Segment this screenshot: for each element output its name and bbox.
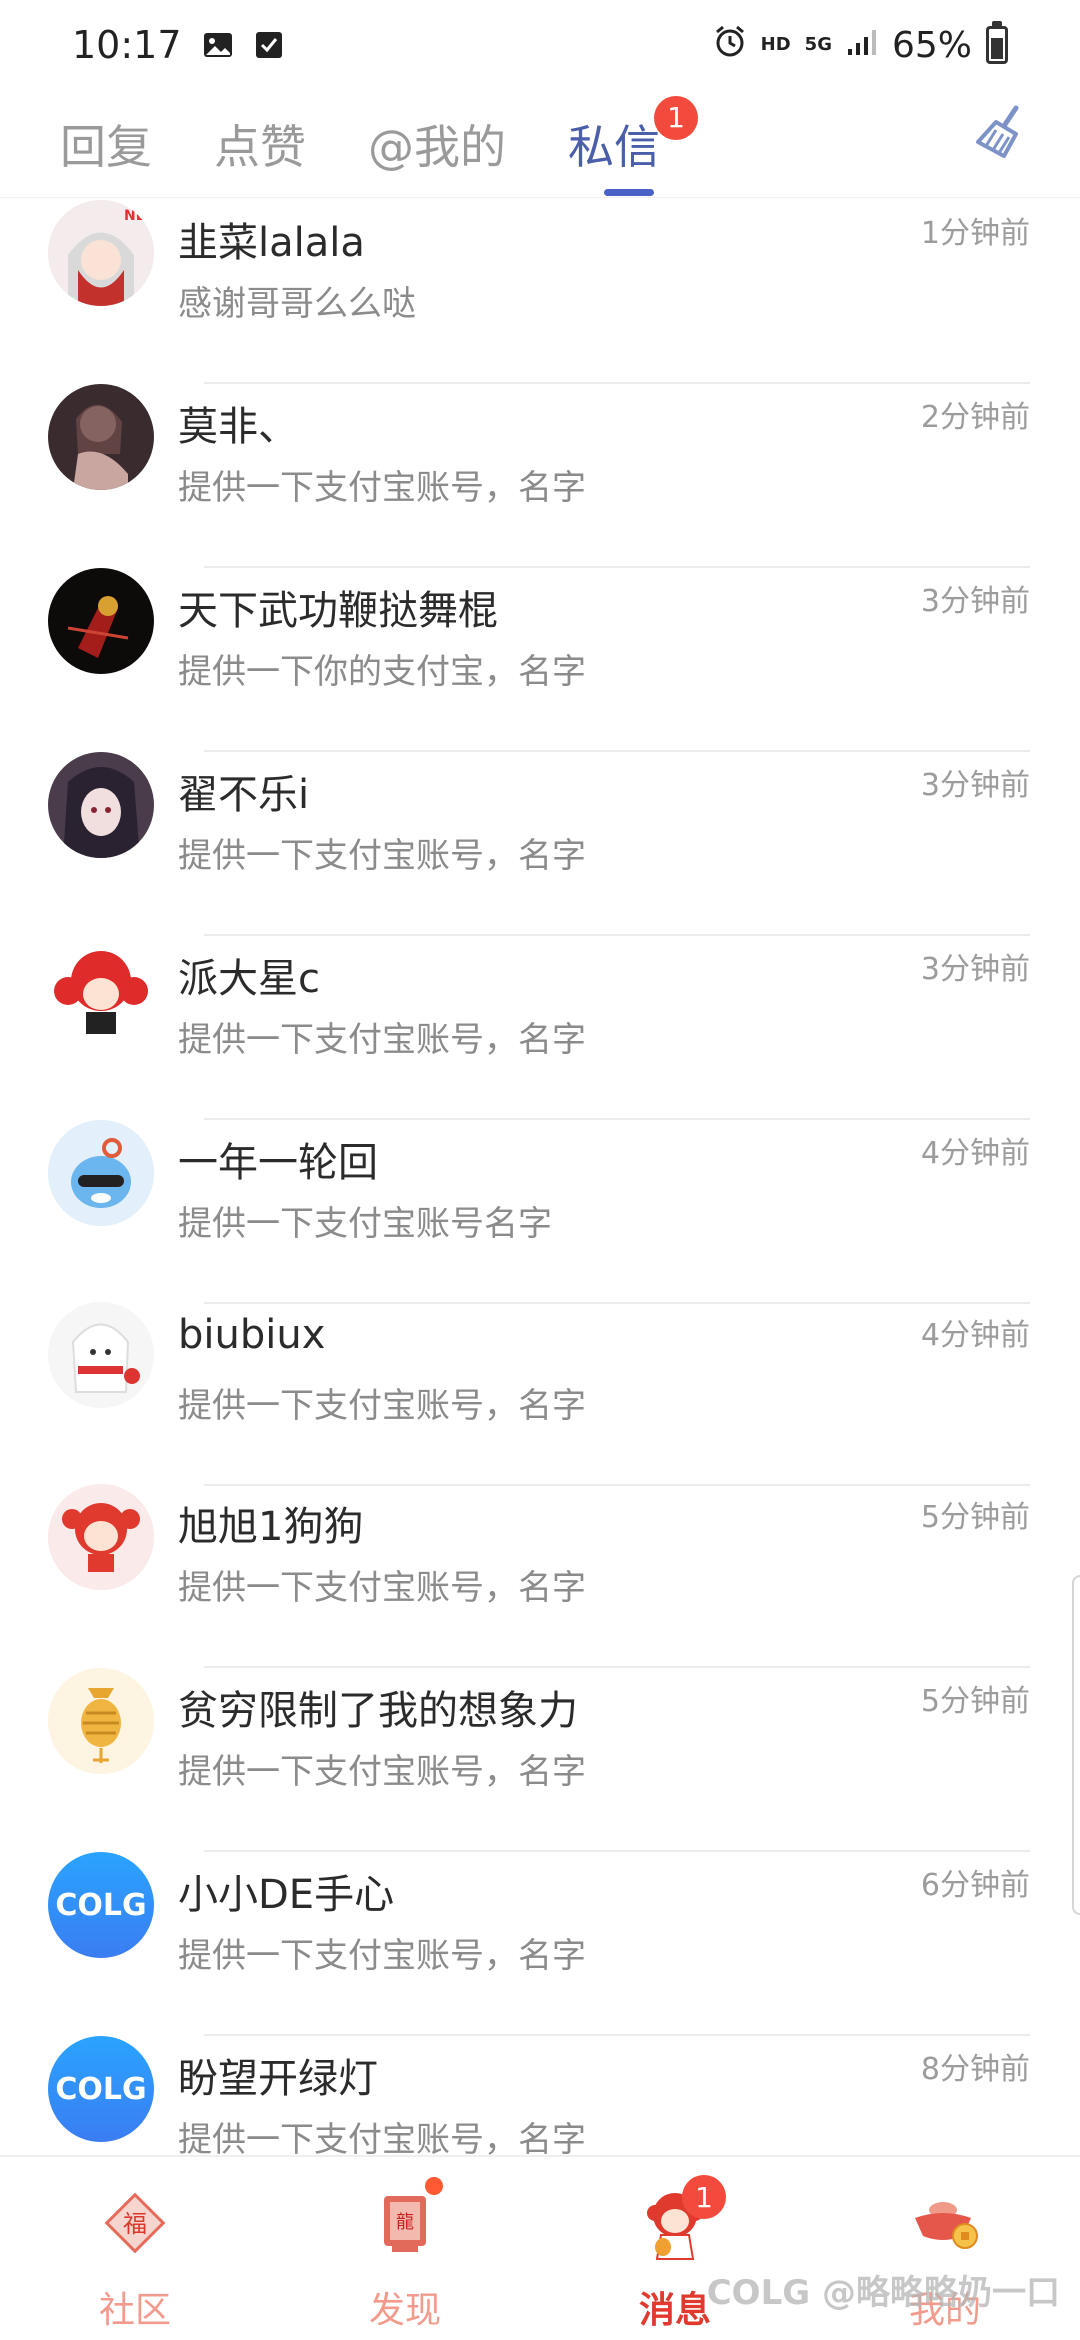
message-preview: 提供一下支付宝账号，名字	[178, 2120, 586, 2155]
message-preview: 提供一下支付宝账号名字	[178, 1204, 552, 1244]
message-preview: 感谢哥哥么么哒	[178, 284, 416, 324]
message-time: 8分钟前	[920, 2052, 1030, 2087]
conversation-list: NEW 韭菜lalala 感谢哥哥么么哒 1分钟前 莫非、 提供一下支付宝账号，…	[0, 200, 1080, 2155]
list-item[interactable]: 派大星c 提供一下支付宝账号，名字 3分钟前	[0, 936, 1080, 1120]
nav-label: 社区	[98, 2290, 171, 2331]
list-item[interactable]: 天下武功鞭挞舞棍 提供一下你的支付宝，名字 3分钟前	[0, 568, 1080, 752]
bottom-navigation: 福 社区 龍 发现 1 消息 我的 COLG @略略略奶一口	[0, 2155, 1080, 2340]
active-tab-indicator	[604, 188, 654, 196]
message-time: 4分钟前	[920, 1318, 1030, 1353]
user-avatar[interactable]	[48, 1484, 154, 1590]
fortune-icon: 福	[95, 2183, 175, 2263]
battery-percent: 65%	[891, 24, 972, 66]
tab-label: @我的	[368, 119, 506, 174]
message-preview: 提供一下支付宝账号，名字	[178, 1568, 586, 1608]
status-time: 10:17	[72, 23, 182, 67]
unread-badge: 1	[682, 2175, 726, 2219]
svg-text:龍: 龍	[396, 2212, 414, 2233]
sender-name: 旭旭1狗狗	[178, 1504, 364, 1550]
network-type: 5G	[804, 34, 832, 55]
colg-logo: COLG	[55, 1887, 147, 1923]
broom-clear-icon[interactable]	[966, 100, 1036, 170]
nav-community[interactable]: 福 社区	[0, 2157, 270, 2340]
alarm-icon	[713, 24, 747, 67]
user-avatar[interactable]: NEW	[48, 200, 154, 306]
nav-label: 发现	[368, 2290, 441, 2331]
message-tabs: 回复 点赞 @我的 私信 1	[0, 90, 1080, 198]
sender-name: biubiux	[178, 1312, 326, 1358]
svg-text:NEW: NEW	[124, 208, 154, 224]
sender-name: 韭菜lalala	[178, 220, 365, 266]
list-item[interactable]: 翟不乐i 提供一下支付宝账号，名字 3分钟前	[0, 752, 1080, 936]
checkbox-icon	[254, 30, 284, 60]
message-preview: 提供一下支付宝账号，名字	[178, 1020, 586, 1060]
list-item[interactable]: COLG 小小DE手心 提供一下支付宝账号，名字 6分钟前	[0, 1852, 1080, 2036]
tab-likes[interactable]: 点赞	[214, 90, 306, 198]
hd-indicator: HD	[760, 34, 791, 55]
user-avatar[interactable]	[48, 384, 154, 490]
list-item[interactable]: biubiux 提供一下支付宝账号，名字 4分钟前	[0, 1302, 1080, 1486]
signal-icon	[846, 25, 878, 66]
tab-label: 私信	[568, 119, 660, 174]
tab-mentions[interactable]: @我的	[368, 90, 506, 198]
list-item[interactable]: 贫穷限制了我的想象力 提供一下支付宝账号，名字 5分钟前	[0, 1668, 1080, 1852]
sender-name: 一年一轮回	[178, 1140, 378, 1186]
sender-name: 莫非、	[178, 404, 298, 450]
nav-label: 消息	[638, 2290, 711, 2331]
sender-name: 天下武功鞭挞舞棍	[178, 588, 498, 634]
message-preview: 提供一下支付宝账号，名字	[178, 468, 586, 508]
unread-badge: 1	[654, 95, 698, 140]
message-time: 3分钟前	[920, 952, 1030, 987]
scrollbar[interactable]	[1072, 1575, 1080, 1915]
user-avatar[interactable]	[48, 1302, 154, 1408]
message-time: 5分钟前	[920, 1684, 1030, 1719]
user-avatar[interactable]	[48, 1668, 154, 1774]
tab-private-messages[interactable]: 私信 1	[568, 90, 698, 198]
svg-text:福: 福	[123, 2210, 147, 2238]
list-item[interactable]: 一年一轮回 提供一下支付宝账号名字 4分钟前	[0, 1120, 1080, 1304]
message-time: 2分钟前	[920, 400, 1030, 435]
dragon-banner-icon: 龍	[365, 2183, 445, 2263]
status-bar: 10:17 HD 5G 65%	[0, 0, 1080, 90]
colg-logo: COLG	[55, 2071, 147, 2107]
user-avatar[interactable]	[48, 1120, 154, 1226]
user-avatar[interactable]	[48, 568, 154, 674]
message-preview: 提供一下支付宝账号，名字	[178, 1752, 586, 1792]
tab-label: 回复	[60, 119, 152, 174]
list-item[interactable]: NEW 韭菜lalala 感谢哥哥么么哒 1分钟前	[0, 200, 1080, 384]
message-time: 4分钟前	[920, 1136, 1030, 1171]
sender-name: 盼望开绿灯	[178, 2056, 378, 2102]
message-time: 5分钟前	[920, 1500, 1030, 1535]
user-avatar[interactable]	[48, 936, 154, 1042]
message-time: 3分钟前	[920, 768, 1030, 803]
battery-level-fill	[991, 38, 1003, 59]
notification-dot	[425, 2177, 443, 2195]
list-item[interactable]: 旭旭1狗狗 提供一下支付宝账号，名字 5分钟前	[0, 1484, 1080, 1668]
sender-name: 贫穷限制了我的想象力	[178, 1688, 578, 1734]
user-avatar[interactable]: COLG	[48, 2036, 154, 2142]
message-time: 3分钟前	[920, 584, 1030, 619]
user-avatar[interactable]: COLG	[48, 1852, 154, 1958]
message-preview: 提供一下支付宝账号，名字	[178, 1386, 586, 1426]
message-preview: 提供一下支付宝账号，名字	[178, 1936, 586, 1976]
sender-name: 小小DE手心	[178, 1872, 395, 1918]
sender-name: 派大星c	[178, 956, 320, 1002]
message-time: 1分钟前	[920, 216, 1030, 251]
list-item[interactable]: 莫非、 提供一下支付宝账号，名字 2分钟前	[0, 384, 1080, 568]
list-item[interactable]: COLG 盼望开绿灯 提供一下支付宝账号，名字 8分钟前	[0, 2036, 1080, 2155]
message-preview: 提供一下你的支付宝，名字	[178, 652, 586, 692]
sender-name: 翟不乐i	[178, 772, 310, 818]
message-time: 6分钟前	[920, 1868, 1030, 1903]
watermark: COLG @略略略奶一口	[706, 2273, 1060, 2313]
tab-label: 点赞	[214, 119, 306, 174]
battery-icon	[986, 21, 1008, 64]
gold-ingot-icon	[905, 2183, 985, 2263]
user-avatar[interactable]	[48, 752, 154, 858]
nav-discover[interactable]: 龍 发现	[270, 2157, 540, 2340]
message-preview: 提供一下支付宝账号，名字	[178, 836, 586, 876]
tab-replies[interactable]: 回复	[60, 90, 152, 198]
gallery-icon	[202, 29, 234, 61]
